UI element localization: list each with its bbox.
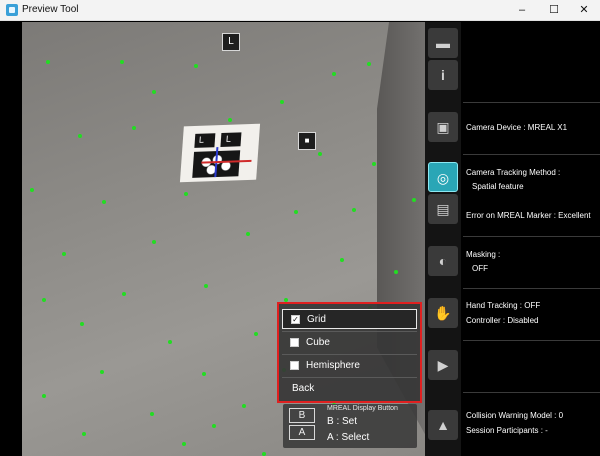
panel-divider — [463, 236, 600, 237]
collision-warning-icon[interactable]: ▲ — [428, 410, 458, 440]
feature-point — [367, 62, 371, 66]
feature-point — [254, 332, 258, 336]
feature-point — [194, 64, 198, 68]
display-button-legend: MREAL Display Button B A B : Set A : Sel… — [283, 404, 417, 448]
title-bar: Preview Tool – ☐ ✕ — [0, 0, 600, 21]
display-options-menu: ✓ Grid Cube Hemisphere Back — [277, 302, 422, 403]
mreal-marker-card: L L — [179, 123, 261, 183]
window-title: Preview Tool — [22, 4, 79, 15]
hemisphere-checkbox[interactable] — [290, 361, 299, 370]
feature-point — [372, 162, 376, 166]
menu-divider — [282, 377, 417, 378]
feature-point — [340, 258, 344, 262]
menu-divider — [282, 354, 417, 355]
feature-point — [202, 372, 206, 376]
camera-tracking-value: Spatial feature — [472, 182, 524, 191]
marker-error-text: Error on MREAL Marker : Excellent — [466, 211, 591, 220]
collision-warning-text: Collision Warning Model : 0 — [466, 411, 564, 420]
menu-item-grid[interactable]: ✓ Grid — [282, 309, 417, 329]
feature-point — [212, 424, 216, 428]
status-panel: ▬ i ▣ ◎ ▤ ◐ ✋ ▶ ▲ Camera Device : MREAL … — [425, 22, 600, 456]
feature-point — [152, 240, 156, 244]
panel-divider — [463, 340, 600, 341]
b-key-icon: B — [289, 408, 315, 423]
feature-point — [318, 152, 322, 156]
panel-divider — [463, 392, 600, 393]
marker-label-right: L — [225, 133, 232, 144]
feature-point — [152, 90, 156, 94]
camera-tracking-icon[interactable]: ◎ — [428, 162, 458, 192]
hand-tracking-icon[interactable]: ✋ — [428, 298, 458, 328]
cube-checkbox[interactable] — [290, 338, 299, 347]
menu-item-back[interactable]: Back — [282, 379, 417, 399]
feature-point — [46, 60, 50, 64]
feature-point — [82, 432, 86, 436]
feature-point — [246, 232, 250, 236]
feature-point — [168, 340, 172, 344]
b-action-text: B : Set — [327, 416, 358, 427]
feature-point — [242, 404, 246, 408]
menu-divider — [282, 331, 417, 332]
headset-icon[interactable]: ▬ — [428, 28, 458, 58]
feature-point — [100, 370, 104, 374]
cube-overlay-button[interactable]: ■ — [298, 132, 316, 150]
marker-error-icon[interactable]: ▤ — [428, 194, 458, 224]
marker-label-left: L — [198, 134, 205, 145]
camera-tracking-label: Camera Tracking Method : — [466, 168, 561, 177]
feature-point — [332, 72, 336, 76]
grid-checkbox[interactable]: ✓ — [291, 315, 300, 324]
feature-point — [62, 252, 66, 256]
panel-divider — [463, 102, 600, 103]
feature-point — [352, 208, 356, 212]
session-participants-text: Session Participants : - — [466, 426, 548, 435]
app-icon — [6, 4, 18, 16]
feature-point — [102, 200, 106, 204]
feature-point — [30, 188, 34, 192]
feature-point — [182, 442, 186, 446]
controller-text: Controller : Disabled — [466, 316, 539, 325]
marker-overlay-label[interactable]: L — [222, 33, 240, 51]
feature-point — [120, 60, 124, 64]
feature-point — [122, 292, 126, 296]
masking-label: Masking : — [466, 250, 501, 259]
a-action-text: A : Select — [327, 432, 370, 443]
menu-item-label: Cube — [306, 337, 330, 348]
minimize-button[interactable]: – — [506, 0, 538, 21]
a-key-icon: A — [289, 425, 315, 440]
feature-point — [412, 198, 416, 202]
feature-point — [42, 298, 46, 302]
feature-point — [294, 210, 298, 214]
menu-item-label: Grid — [307, 314, 326, 325]
feature-point — [262, 452, 266, 456]
feature-point — [228, 118, 232, 122]
maximize-button[interactable]: ☐ — [538, 0, 570, 21]
menu-item-label: Hemisphere — [306, 360, 360, 371]
masking-icon[interactable]: ◐ — [428, 246, 458, 276]
feature-point — [78, 134, 82, 138]
panel-divider — [463, 154, 600, 155]
close-button[interactable]: ✕ — [568, 0, 600, 21]
feature-point — [150, 412, 154, 416]
menu-item-hemisphere[interactable]: Hemisphere — [282, 356, 417, 376]
camera-device-text: Camera Device : MREAL X1 — [466, 123, 568, 132]
feature-point — [184, 192, 188, 196]
feature-point — [204, 284, 208, 288]
menu-item-cube[interactable]: Cube — [282, 333, 417, 353]
feature-point — [280, 100, 284, 104]
legend-title: MREAL Display Button — [327, 405, 398, 412]
feature-point — [80, 322, 84, 326]
menu-item-label: Back — [292, 383, 315, 394]
feature-point — [394, 270, 398, 274]
feature-point — [132, 126, 136, 130]
camera-device-icon[interactable]: ▣ — [428, 112, 458, 142]
masking-value: OFF — [472, 264, 488, 273]
feature-point — [42, 394, 46, 398]
hand-tracking-text: Hand Tracking : OFF — [466, 301, 541, 310]
video-camera-icon[interactable]: ▶ — [428, 350, 458, 380]
panel-divider — [463, 288, 600, 289]
info-icon[interactable]: i — [428, 60, 458, 90]
preview-tool-window: Preview Tool – ☐ ✕ L ■ L L ▬ i ▣ ◎ ▤ ◐ ✋… — [0, 0, 600, 456]
